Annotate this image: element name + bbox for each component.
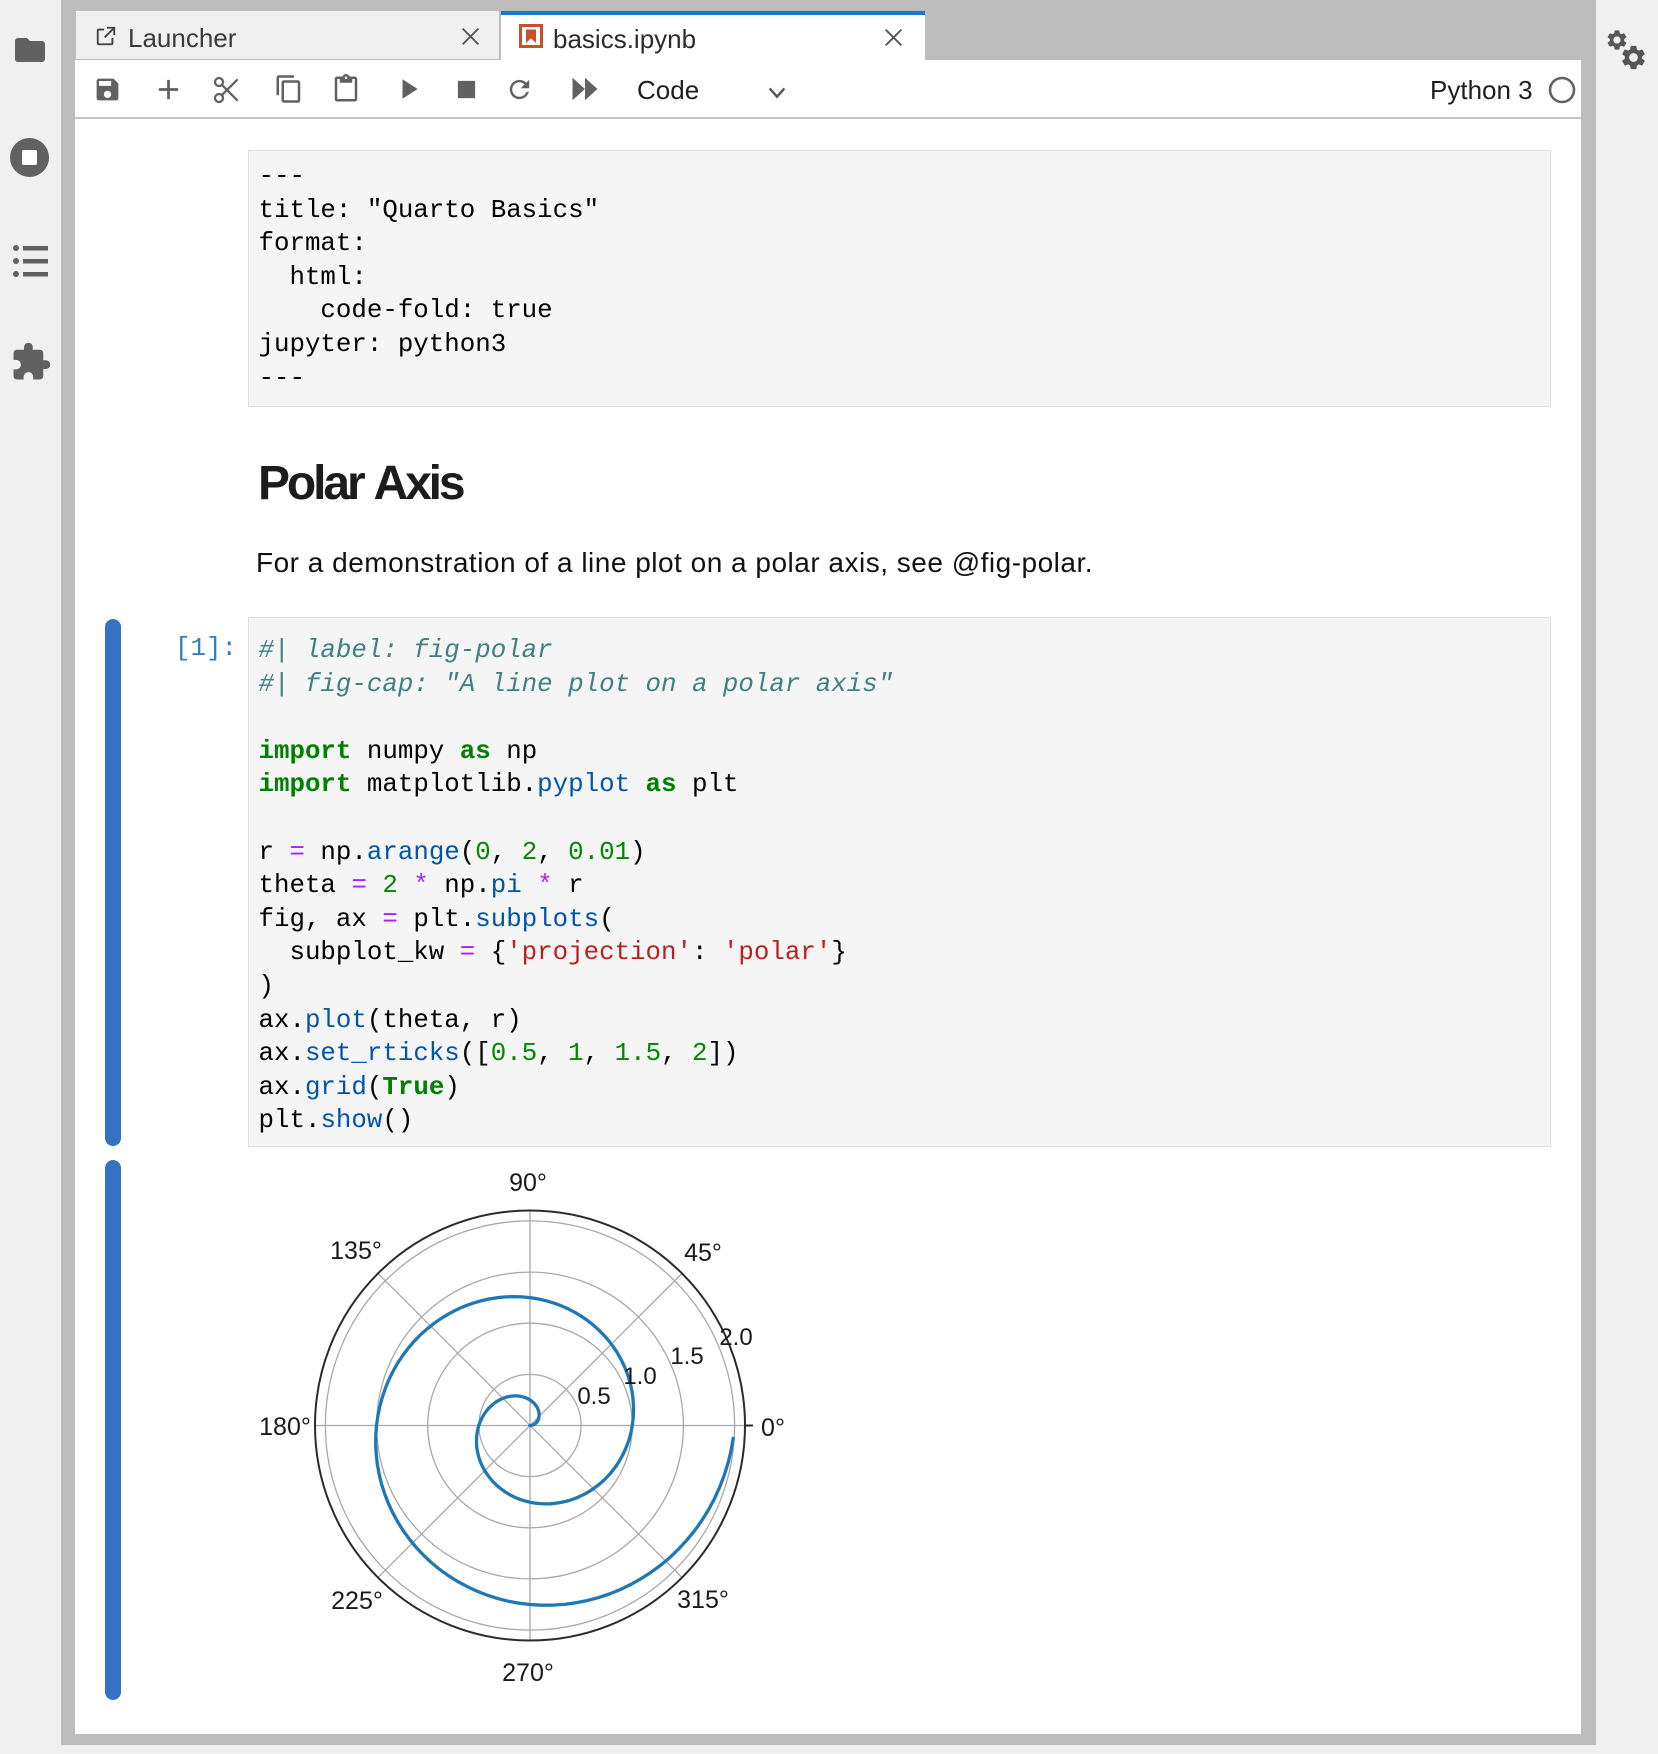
svg-text:0.5: 0.5 bbox=[577, 1383, 610, 1410]
svg-text:90°: 90° bbox=[509, 1169, 547, 1197]
svg-text:270°: 270° bbox=[502, 1659, 554, 1687]
svg-text:2.0: 2.0 bbox=[719, 1324, 752, 1351]
svg-text:1.5: 1.5 bbox=[670, 1343, 703, 1370]
svg-text:1.0: 1.0 bbox=[623, 1363, 656, 1390]
svg-text:225°: 225° bbox=[331, 1587, 383, 1615]
svg-text:180°: 180° bbox=[259, 1413, 311, 1441]
svg-text:315°: 315° bbox=[677, 1586, 729, 1614]
svg-text:135°: 135° bbox=[330, 1237, 382, 1265]
svg-text:0°: 0° bbox=[761, 1414, 785, 1442]
svg-text:45°: 45° bbox=[684, 1239, 722, 1267]
